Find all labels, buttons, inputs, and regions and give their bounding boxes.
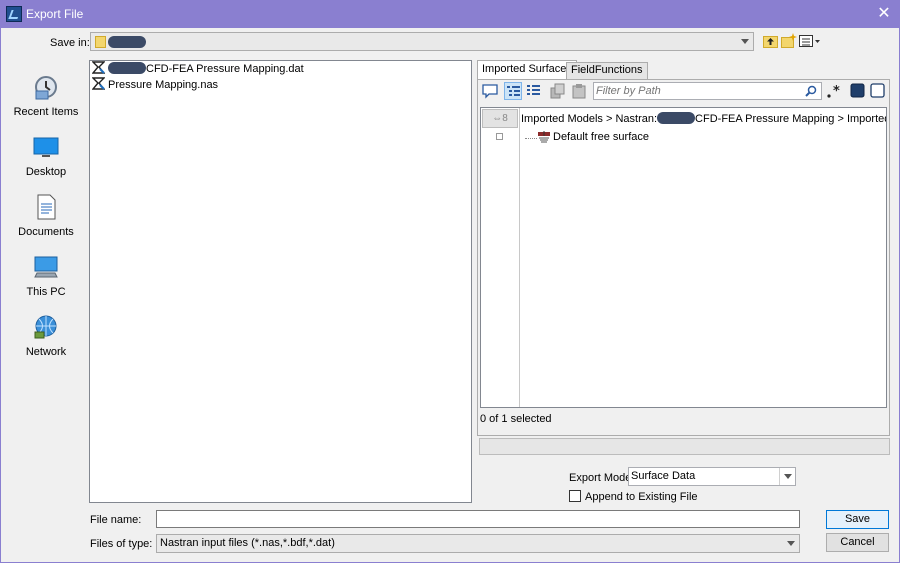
place-label: Documents [18, 226, 74, 238]
place-network[interactable]: Network [8, 308, 84, 366]
file-name-label: File name: [90, 514, 142, 526]
save-in-dropdown[interactable] [90, 32, 754, 51]
redacted-model-name [657, 112, 696, 124]
place-label: This PC [26, 286, 66, 298]
select-all-icon[interactable] [849, 82, 867, 100]
this-pc-icon [34, 256, 58, 278]
file-item[interactable]: CFD-FEA Pressure Mapping.dat [92, 61, 304, 77]
place-label: Desktop [25, 166, 67, 178]
tree-path-header: Imported Models > Nastran: CFD-FEA Pressu… [521, 110, 886, 128]
append-label: Append to Existing File [585, 491, 698, 503]
window-title: Export File [26, 7, 84, 21]
progress-bar [479, 438, 890, 455]
files-of-type-dropdown[interactable]: Nastran input files (*.nas,*.bdf,*.dat) [156, 534, 800, 553]
path-suffix: CFD-FEA Pressure Mapping > Imported Elem… [695, 113, 886, 125]
place-this-pc[interactable]: This PC [8, 248, 84, 306]
documents-icon [37, 194, 56, 220]
save-button[interactable]: Save [826, 510, 889, 529]
place-label: Network [25, 346, 67, 358]
selection-column: ⇔8 [481, 108, 520, 407]
export-mode-label: Export Mode [569, 472, 632, 484]
path-prefix: Imported Models > Nastran: [521, 113, 658, 125]
regex-icon[interactable]: * [825, 82, 843, 100]
place-recent-items[interactable]: Recent Items [8, 68, 84, 126]
redacted-filename-prefix [108, 62, 146, 74]
chevron-down-icon [784, 474, 792, 479]
files-of-type-value: Nastran input files (*.nas,*.bdf,*.dat) [160, 537, 335, 549]
redacted-folder-name [108, 36, 146, 48]
network-icon [34, 315, 57, 339]
cancel-button[interactable]: Cancel [826, 533, 889, 552]
row-checkbox[interactable] [496, 133, 503, 140]
app-icon [6, 6, 22, 22]
nastran-file-icon [92, 61, 105, 74]
chevron-down-icon [787, 540, 795, 546]
file-name: Pressure Mapping.nas [108, 79, 219, 91]
up-folder-icon[interactable] [763, 34, 778, 48]
surface-icon [538, 131, 550, 143]
tab-imported-surfaces[interactable]: Imported Surfaces [477, 60, 577, 81]
place-label: Recent Items [13, 106, 79, 118]
list-view-icon[interactable] [525, 82, 543, 100]
export-mode-value: Surface Data [631, 470, 696, 482]
export-mode-dropdown[interactable]: Surface Data [628, 467, 796, 486]
new-folder-icon[interactable] [781, 33, 797, 48]
place-desktop[interactable]: Desktop [8, 128, 84, 186]
copy-icon[interactable] [549, 82, 567, 100]
place-documents[interactable]: Documents [8, 188, 84, 246]
filter-by-path-field[interactable] [593, 82, 822, 100]
tree-connector [525, 138, 537, 139]
file-name-input[interactable] [156, 510, 800, 528]
recent-items-icon [35, 76, 57, 100]
selection-status: 0 of 1 selected [480, 413, 552, 425]
tree-view-icon[interactable] [504, 82, 522, 100]
deselect-all-icon[interactable] [869, 82, 887, 100]
column-header-icon: ⇔8 [482, 109, 518, 128]
save-in-label: Save in: [50, 37, 90, 49]
file-name: CFD-FEA Pressure Mapping.dat [146, 63, 304, 75]
desktop-icon [33, 137, 59, 157]
paste-icon[interactable] [570, 82, 588, 100]
search-icon[interactable] [805, 85, 817, 97]
nastran-file-icon [92, 77, 105, 90]
svg-text:*: * [833, 84, 840, 99]
file-item[interactable]: Pressure Mapping.nas [92, 77, 218, 93]
chevron-down-icon [741, 38, 749, 44]
append-checkbox[interactable] [569, 490, 581, 502]
tree-item-label[interactable]: Default free surface [553, 130, 649, 144]
folder-icon [95, 36, 106, 48]
files-of-type-label: Files of type: [90, 538, 153, 550]
comment-icon[interactable] [481, 82, 499, 100]
filter-input[interactable] [596, 84, 796, 98]
surfaces-tree[interactable]: ⇔8 Imported Models > Nastran: CFD-FEA Pre… [480, 107, 887, 408]
file-list[interactable]: CFD-FEA Pressure Mapping.dat Pressure Ma… [89, 60, 472, 503]
close-icon[interactable]: ✕ [874, 4, 894, 24]
title-bar: Export File ✕ [0, 0, 900, 28]
view-menu-icon[interactable] [799, 34, 821, 48]
